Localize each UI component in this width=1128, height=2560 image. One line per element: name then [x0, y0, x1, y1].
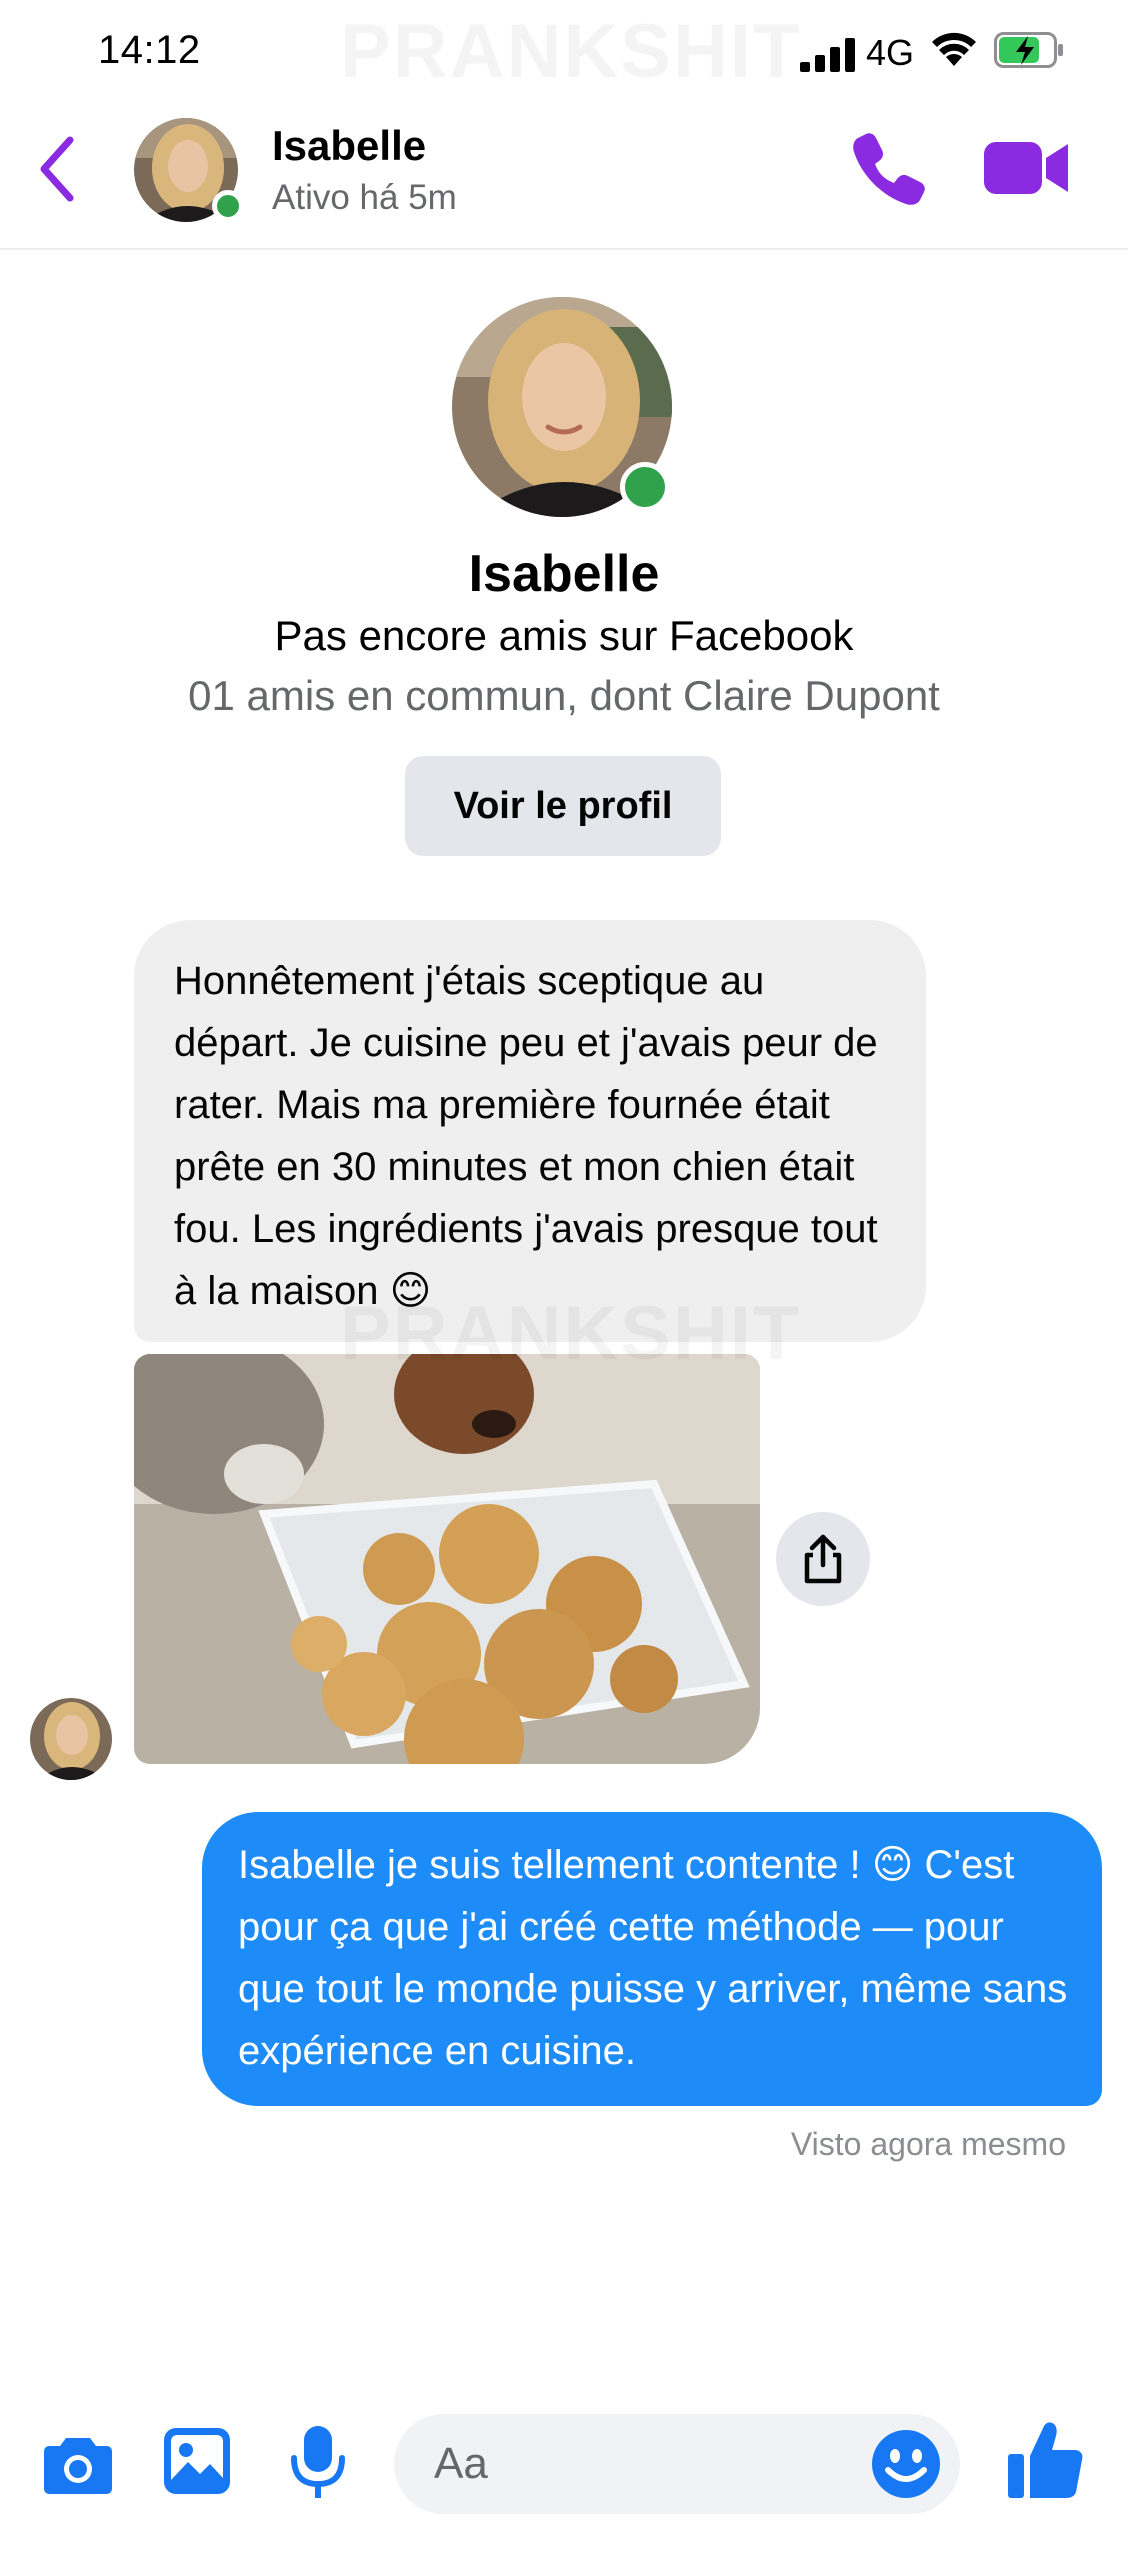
watermark: PRANKSHIT	[340, 8, 801, 95]
message-photo[interactable]	[134, 1354, 760, 1764]
header-divider	[0, 248, 1128, 250]
network-type: 4G	[866, 32, 915, 73]
online-status-dot	[212, 190, 244, 222]
video-call-icon[interactable]	[984, 136, 1070, 200]
header-active-status: Ativo há 5m	[272, 178, 457, 217]
outgoing-message-bubble[interactable]: Isabelle je suis tellement contente ! 😊 …	[202, 1812, 1102, 2106]
seen-receipt: Visto agora mesmo	[790, 2126, 1066, 2162]
thumbs-up-icon[interactable]	[1008, 2420, 1084, 2500]
incoming-message-bubble[interactable]: Honnêtement j'étais sceptique au départ.…	[134, 920, 926, 1342]
emoji-icon[interactable]	[870, 2428, 942, 2500]
avatar-photo-icon	[30, 1698, 112, 1780]
view-profile-button[interactable]: Voir le profil	[405, 756, 721, 856]
back-chevron-icon[interactable]	[36, 134, 76, 204]
phone-call-icon[interactable]	[852, 130, 928, 206]
sender-avatar[interactable]	[30, 1698, 112, 1780]
wifi-icon	[932, 32, 976, 66]
friend-status-text: Pas encore amis sur Facebook	[274, 612, 854, 659]
battery-charging-icon	[994, 32, 1063, 68]
dog-treats-photo-icon	[134, 1354, 760, 1764]
mutual-friends-text: 01 amis en commun, dont Claire Dupont	[188, 672, 940, 719]
header-contact-name[interactable]: Isabelle	[272, 122, 426, 170]
watermark: PRANKSHIT	[340, 1290, 801, 1377]
status-time: 14:12	[98, 28, 201, 72]
profile-name: Isabelle	[468, 545, 660, 603]
online-status-dot	[620, 462, 670, 512]
gallery-icon[interactable]	[164, 2428, 230, 2494]
cellular-signal-icon	[800, 38, 855, 72]
microphone-icon[interactable]	[290, 2426, 346, 2500]
share-button[interactable]	[776, 1512, 870, 1606]
camera-icon[interactable]	[44, 2434, 112, 2494]
share-upload-icon	[804, 1534, 842, 1584]
